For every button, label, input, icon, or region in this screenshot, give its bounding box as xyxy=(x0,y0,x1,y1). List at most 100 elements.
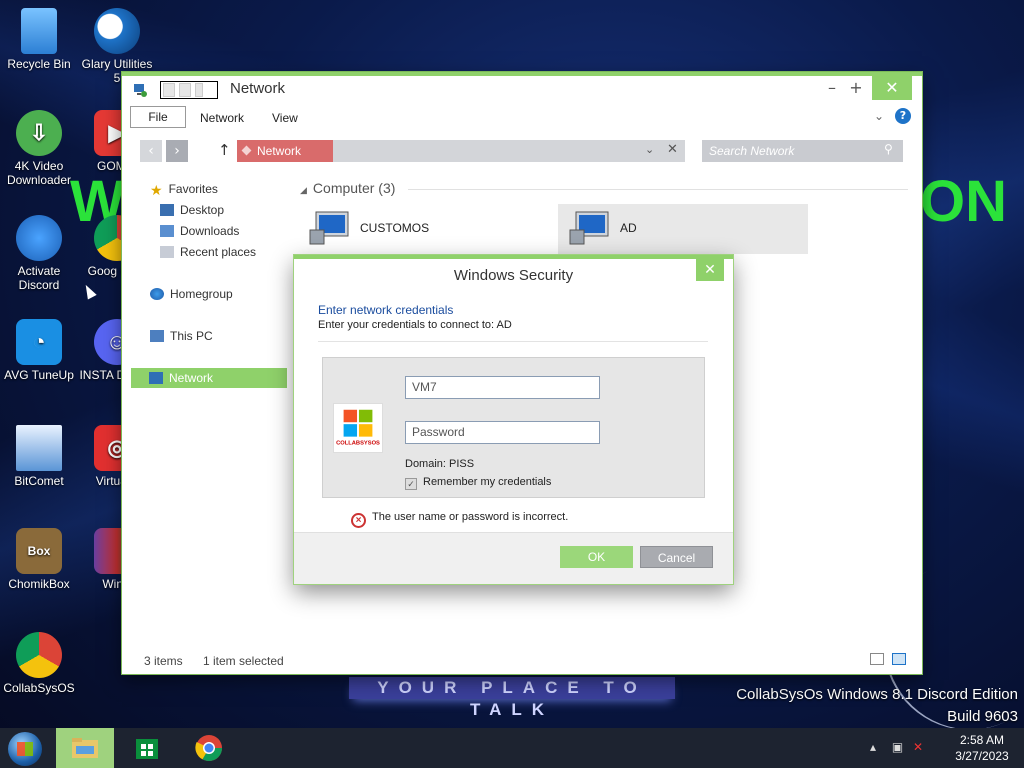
error-message: × The user name or password is incorrect. xyxy=(351,511,568,528)
explorer-titlebar[interactable]: Network – + ✕ xyxy=(122,76,922,104)
sidebar-item-recent-places[interactable]: Recent places xyxy=(160,242,256,262)
remember-credentials-checkbox[interactable]: ✓ Remember my credentials xyxy=(405,476,551,490)
username-field[interactable]: VM7 xyxy=(405,376,600,399)
search-input[interactable]: Search Network ⚲ xyxy=(702,140,903,162)
clock-date: 3/27/2023 xyxy=(955,749,1009,763)
desktop-icon-activate-discord[interactable]: Activate Discord xyxy=(0,215,78,292)
dialog-close-button[interactable]: ✕ xyxy=(696,259,724,281)
desktop-icon-collabsysos[interactable]: CollabSysOS xyxy=(0,632,78,695)
taskbar-chrome[interactable] xyxy=(180,728,238,768)
wallpaper-text-right: ON xyxy=(920,169,1007,234)
sidebar-item-label: Desktop xyxy=(180,203,225,217)
maximize-button[interactable]: + xyxy=(842,76,870,100)
up-arrow-icon[interactable]: ↑ xyxy=(218,141,231,159)
sidebar-item-homegroup[interactable]: Homegroup xyxy=(150,284,233,304)
activate-discord-icon xyxy=(16,215,62,261)
folder-icon xyxy=(72,738,98,758)
large-icons-view-icon[interactable] xyxy=(892,653,906,665)
properties-icon[interactable] xyxy=(163,83,175,97)
chrome-collabsysos-icon xyxy=(16,632,62,678)
start-button[interactable] xyxy=(8,732,42,766)
desktop-icon-bitcomet[interactable]: BitComet xyxy=(0,425,78,488)
list-item[interactable]: AD xyxy=(558,204,808,254)
dialog-footer: OK Cancel xyxy=(294,532,733,584)
ok-button[interactable]: OK xyxy=(560,546,633,568)
sidebar-item-favorites[interactable]: ★ Favorites xyxy=(150,179,218,199)
clock-time: 2:58 AM xyxy=(959,733,1005,747)
selection-count: 1 item selected xyxy=(203,654,284,668)
dialog-heading: Enter network credentials xyxy=(318,303,454,317)
volume-muted-icon[interactable]: ✕ xyxy=(913,740,923,754)
chevron-down-icon[interactable] xyxy=(195,83,203,97)
sidebar-item-network[interactable]: Network xyxy=(131,368,287,388)
desktop-icon-label: Recycle Bin xyxy=(7,57,71,71)
close-button[interactable]: ✕ xyxy=(872,76,912,100)
details-view-icon[interactable] xyxy=(870,653,884,665)
domain-label: Domain: PISS xyxy=(405,458,475,470)
collabsysos-logo-icon: COLLABSYSOS xyxy=(333,403,383,453)
store-icon xyxy=(136,739,158,759)
new-folder-icon[interactable] xyxy=(179,83,191,97)
quick-access-toolbar[interactable] xyxy=(160,81,218,99)
desktop-icon-label: BitComet xyxy=(14,474,64,488)
computer-icon xyxy=(309,211,349,245)
credential-tile: COLLABSYSOS VM7 Password Domain: PISS ✓ R… xyxy=(322,357,705,498)
dialog-divider xyxy=(318,341,708,342)
avg-tuneup-icon: ◔ xyxy=(16,319,62,365)
desktop-icon-recycle-bin[interactable]: Recycle Bin xyxy=(0,8,78,71)
group-divider xyxy=(408,189,908,190)
item-count: 3 items xyxy=(144,654,183,668)
search-placeholder: Search Network xyxy=(709,144,795,158)
network-crumb-icon xyxy=(241,145,252,156)
homegroup-icon xyxy=(150,288,164,300)
breadcrumb-network[interactable]: Network xyxy=(237,140,333,162)
clock[interactable]: 2:58 AM 3/27/2023 xyxy=(944,732,1020,764)
group-header[interactable]: ◢ Computer (3) xyxy=(300,180,395,196)
taskbar: ▴ ▣ ✕ 2:58 AM 3/27/2023 xyxy=(0,728,1024,768)
sidebar-item-this-pc[interactable]: This PC xyxy=(150,326,213,346)
list-item[interactable]: CUSTOMOS xyxy=(298,204,548,254)
error-text: The user name or password is incorrect. xyxy=(372,511,569,523)
tab-view[interactable]: View xyxy=(272,111,298,125)
downloads-folder-icon xyxy=(160,225,174,237)
collapse-icon[interactable]: ◢ xyxy=(300,185,307,195)
search-icon[interactable]: ⚲ xyxy=(884,142,893,156)
help-icon[interactable]: ? xyxy=(895,108,911,124)
taskbar-file-explorer[interactable] xyxy=(56,728,114,768)
4k-video-downloader-icon: ⇩ xyxy=(16,110,62,156)
password-field[interactable]: Password xyxy=(405,421,600,444)
ribbon: File Network View ⌄ ? xyxy=(122,104,922,130)
address-bar[interactable]: Network ⌄ ✕ xyxy=(237,140,685,162)
sidebar-item-label: Favorites xyxy=(168,182,218,196)
forward-button[interactable]: › xyxy=(166,140,188,162)
back-button[interactable]: ‹ xyxy=(140,140,162,162)
edition-watermark: CollabSysOs Windows 8.1 Discord Edition … xyxy=(736,684,1018,728)
network-tray-icon[interactable]: ▣ xyxy=(892,740,903,754)
taskbar-store[interactable] xyxy=(118,728,176,768)
sidebar-item-label: Network xyxy=(169,371,214,385)
desktop-icon-avg-tuneup[interactable]: ◔ AVG TuneUp xyxy=(0,319,78,382)
error-icon: × xyxy=(351,513,366,528)
windows-security-dialog: Windows Security ✕ Enter network credent… xyxy=(294,255,733,584)
status-bar: 3 items 1 item selected xyxy=(122,650,922,674)
tab-network[interactable]: Network xyxy=(200,111,244,125)
chomikbox-icon: Box xyxy=(16,528,62,574)
chrome-icon xyxy=(195,735,223,762)
desktop-icon-4k-video-downloader[interactable]: ⇩ 4K Video Downloader xyxy=(0,110,78,187)
computer-label: CUSTOMOS xyxy=(360,221,430,235)
computer-icon xyxy=(150,330,164,342)
checkbox-checked-icon[interactable]: ✓ xyxy=(405,478,417,490)
window-title: Network xyxy=(230,80,286,97)
desktop-folder-icon xyxy=(160,204,174,216)
tab-file[interactable]: File xyxy=(130,106,186,128)
desktop-icon-chomikbox[interactable]: Box ChomikBox xyxy=(0,528,78,591)
navigation-pane: ★ Favorites Desktop Downloads Recent plac… xyxy=(122,176,292,636)
clear-icon[interactable]: ✕ xyxy=(667,142,678,157)
chevron-down-icon[interactable]: ⌄ xyxy=(645,143,654,156)
sidebar-item-desktop[interactable]: Desktop xyxy=(160,200,224,220)
show-hidden-icons-icon[interactable]: ▴ xyxy=(870,740,876,754)
sidebar-item-downloads[interactable]: Downloads xyxy=(160,221,239,241)
expand-ribbon-icon[interactable]: ⌄ xyxy=(874,109,884,123)
recycle-bin-icon xyxy=(21,8,57,54)
cancel-button[interactable]: Cancel xyxy=(640,546,713,568)
